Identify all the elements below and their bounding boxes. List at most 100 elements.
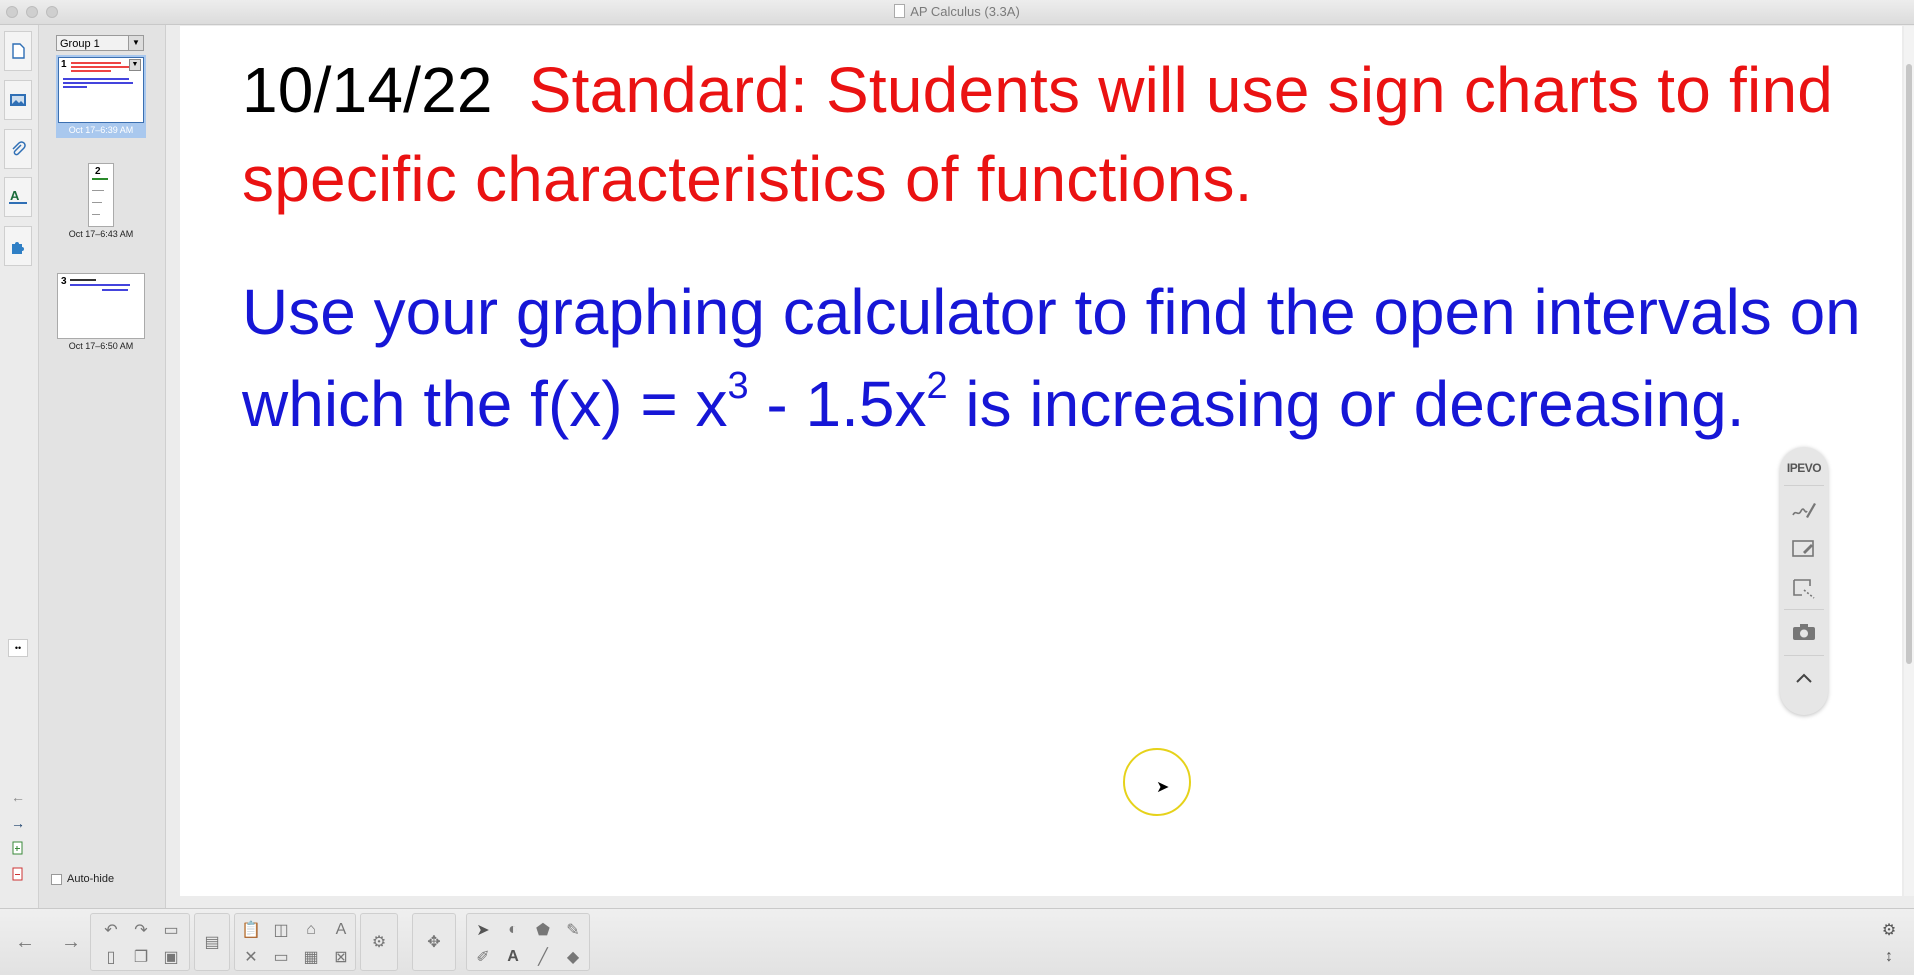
slide-question: Use your graphing calculator to find the… <box>242 266 1862 460</box>
page-sorter-icon <box>12 43 25 59</box>
group-select[interactable]: Group 1 ▼ <box>56 35 144 51</box>
screen-shade-icon: ▤ <box>204 934 220 951</box>
scrollbar-thumb[interactable] <box>1906 64 1912 664</box>
whiteboard-icon <box>1792 540 1814 557</box>
next-page-button[interactable]: → <box>58 929 84 955</box>
collapse-sidebar-button[interactable]: •• <box>8 639 28 657</box>
slide-date: 10/14/22 <box>242 54 493 126</box>
text-tool-button[interactable]: A <box>500 944 526 970</box>
whiteboard-button[interactable] <box>1788 534 1820 564</box>
properties-tab[interactable]: A <box>4 177 32 217</box>
gallery-icon <box>10 94 26 106</box>
collapse-toolbar-button[interactable] <box>1788 663 1820 693</box>
redo-button[interactable]: ↷ <box>128 917 154 943</box>
handwriting-icon: A <box>335 921 347 938</box>
clear-page-icon: ▭ <box>163 922 179 939</box>
slide-header-text: 10/14/22 Standard: Students will use sig… <box>242 46 1842 224</box>
undo-button[interactable]: ↶ <box>98 917 124 943</box>
attachments-tab[interactable] <box>4 129 32 169</box>
monitor-icon: ▭ <box>273 949 289 966</box>
paste-button[interactable]: 📋 <box>238 917 264 943</box>
ipevo-logo: IPEVO <box>1786 461 1822 475</box>
shapes-tool-button[interactable]: ◐ <box>500 917 526 943</box>
auto-hide-toggle[interactable]: Auto-hide <box>51 873 114 885</box>
camera-button[interactable] <box>1788 617 1820 647</box>
screen-capture-button[interactable]: ◫ <box>268 917 294 943</box>
puzzle-icon <box>12 242 24 254</box>
properties-icon: A <box>9 188 27 204</box>
page-number: 3 <box>61 276 67 287</box>
auto-hide-checkbox[interactable] <box>51 873 62 885</box>
slide-canvas[interactable]: 10/14/22 Standard: Students will use sig… <box>180 26 1902 896</box>
insert-table-button[interactable]: ▦ <box>298 944 324 970</box>
addons-tab[interactable] <box>4 226 32 266</box>
line-tool-button[interactable]: ╱ <box>530 944 556 970</box>
document-icon <box>894 4 906 18</box>
page-thumbnail-3[interactable]: 3 Oct 17–6:50 AM <box>56 273 146 351</box>
page-thumbnail-image: 1 ▼ <box>58 57 144 123</box>
line-icon: ╱ <box>538 949 548 966</box>
page-timestamp: Oct 17–6:50 AM <box>68 341 134 351</box>
pens-icon: ✐ <box>476 949 490 966</box>
exponent-3: 3 <box>727 365 749 407</box>
pens-tool-button[interactable]: ✐ <box>470 944 496 970</box>
delete-button[interactable]: ✕ <box>238 944 264 970</box>
page-thumbnail-image: 3 <box>57 273 145 339</box>
table-icon: ▦ <box>303 949 319 966</box>
document-camera-button[interactable]: ⌂ <box>298 917 324 943</box>
camera-icon <box>1793 624 1815 640</box>
response-button[interactable]: ⚙ <box>366 929 392 955</box>
add-page-button[interactable] <box>8 839 28 857</box>
duplicate-page-button[interactable]: ❐ <box>128 944 154 970</box>
page-menu-chevron-icon[interactable]: ▼ <box>129 59 141 71</box>
annotate-button[interactable] <box>1788 495 1820 525</box>
add-page-icon <box>12 841 23 855</box>
handwriting-recognition-button[interactable]: A <box>328 917 354 943</box>
question-text-part2: - 1.5x <box>748 368 927 440</box>
up-down-arrows-icon: ↕ <box>1885 948 1893 965</box>
pen-annotate-icon <box>1792 503 1816 518</box>
gallery-tab[interactable] <box>4 80 32 120</box>
new-page-icon: ▯ <box>106 949 116 966</box>
shapes-icon: ◐ <box>508 921 518 938</box>
delete-page-icon <box>12 867 23 881</box>
settings-button[interactable]: ⚙ <box>1876 917 1902 943</box>
group-select-value: Group 1 <box>60 38 100 50</box>
save-button[interactable]: ▣ <box>158 944 184 970</box>
addons-button[interactable]: ✥ <box>421 929 447 955</box>
screen-shade-button[interactable]: ▤ <box>199 929 225 955</box>
magic-pen-button[interactable]: ✎ <box>560 917 586 943</box>
delete-page-button[interactable] <box>8 865 28 883</box>
chevron-down-icon: ▼ <box>128 36 143 50</box>
save-icon: ▣ <box>163 949 179 966</box>
auto-hide-label: Auto-hide <box>67 873 115 885</box>
move-toolbar-button[interactable]: ↕ <box>1876 944 1902 970</box>
fill-tool-button[interactable]: ⬟ <box>530 917 556 943</box>
document-camera-icon: ⌂ <box>306 921 316 938</box>
new-page-button[interactable]: ▯ <box>98 944 124 970</box>
chevron-up-icon <box>1796 673 1812 683</box>
page-thumbnail-2[interactable]: 2 Oct 17–6:43 AM <box>56 163 146 239</box>
response-icon: ⚙ <box>371 934 387 951</box>
gear-icon: ⚙ <box>1881 922 1897 939</box>
paperclip-icon <box>12 141 26 156</box>
eraser-tool-button[interactable]: ◆ <box>560 944 586 970</box>
fill-icon: ⬟ <box>536 922 550 939</box>
snapshot-region-button[interactable] <box>1788 573 1820 603</box>
duplicate-page-icon: ❐ <box>133 949 149 966</box>
display-button[interactable]: ▭ <box>268 944 294 970</box>
exponent-2: 2 <box>926 365 948 407</box>
vertical-scrollbar[interactable] <box>1904 26 1914 896</box>
fullscreen-button[interactable]: ⊠ <box>328 944 354 970</box>
fullscreen-icon: ⊠ <box>334 949 348 966</box>
page-thumbnail-1[interactable]: 1 ▼ Oct 17–6:39 AM <box>56 55 146 138</box>
question-text-part3: is increasing or decreasing. <box>947 368 1745 440</box>
page-sorter-tab[interactable] <box>4 31 32 71</box>
select-tool-button[interactable]: ➤ <box>470 917 496 943</box>
next-page-arrow-icon[interactable]: → <box>8 814 28 832</box>
previous-page-button[interactable]: ← <box>12 929 38 955</box>
bottom-toolbar: ← → ↶ ↷ ▭ ▯ ❐ ▣ ▤ 📋 ◫ ⌂ A ✕ ▭ ▦ ⊠ ⚙ ✥ ➤ … <box>0 908 1914 975</box>
clear-page-button[interactable]: ▭ <box>158 917 184 943</box>
previous-page-arrow-icon[interactable]: ← <box>8 788 28 806</box>
title-bar: AP Calculus (3.3A) <box>0 0 1914 25</box>
